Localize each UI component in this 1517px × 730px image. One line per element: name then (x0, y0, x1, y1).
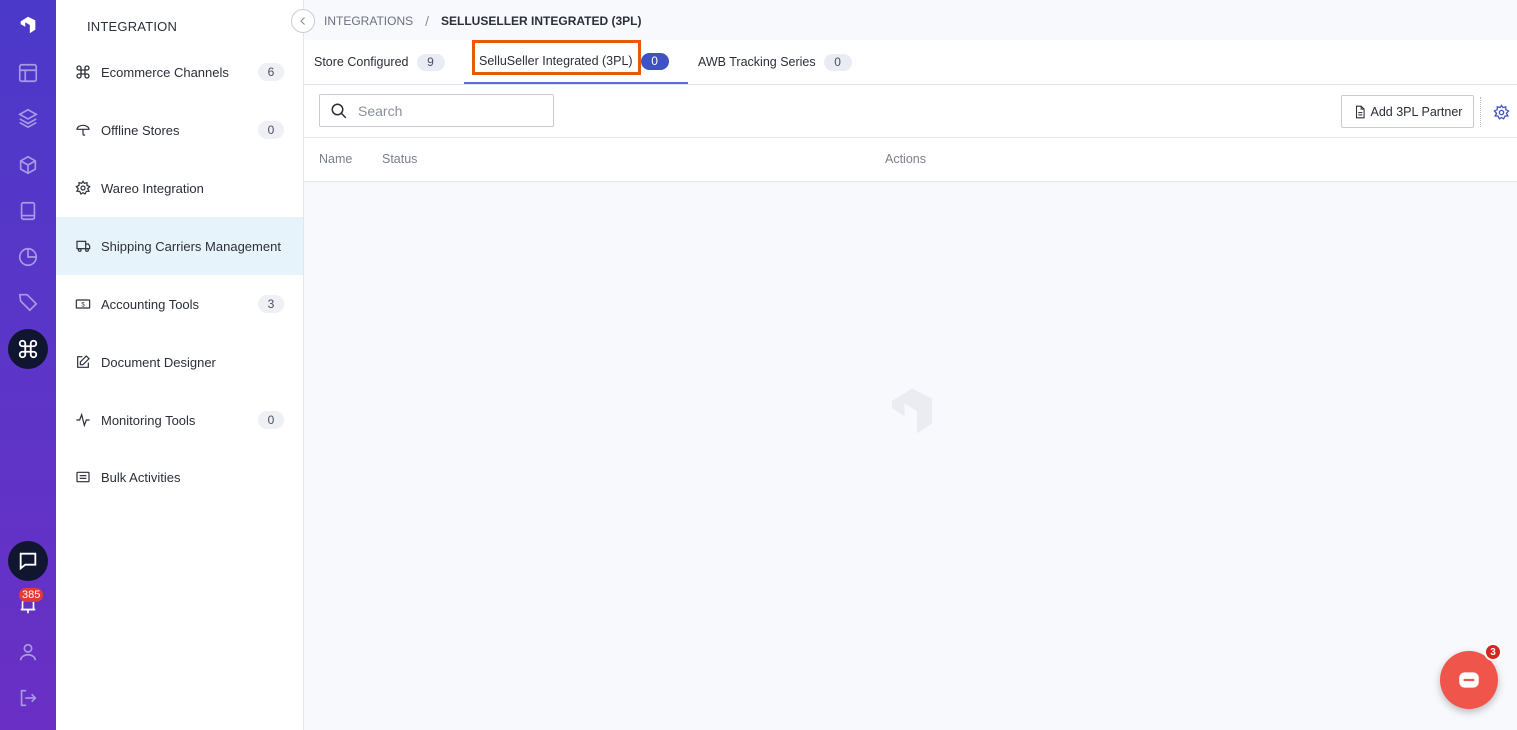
column-header-actions: Actions (885, 152, 926, 166)
add-button-label: Add 3PL Partner (1370, 104, 1463, 119)
search-box[interactable] (319, 94, 554, 127)
integration-sidebar: INTEGRATION Ecommerce Channels 6 Offline… (56, 0, 304, 730)
count-badge: 0 (258, 411, 284, 429)
sidebar-item-document-designer[interactable]: Document Designer (56, 333, 303, 391)
breadcrumb-separator: / (425, 13, 430, 29)
cash-icon: $ (73, 294, 93, 314)
edit-icon (73, 352, 93, 372)
breadcrumb: INTEGRATIONS / SELLUSELLER INTEGRATED (3… (324, 13, 641, 29)
tab-count-badge: 0 (640, 52, 669, 70)
document-icon (1355, 105, 1365, 118)
tab-count-badge: 9 (416, 53, 445, 71)
collapse-sidebar-button[interactable] (291, 9, 315, 33)
count-badge: 0 (258, 121, 284, 139)
command-icon[interactable] (8, 329, 48, 369)
count-badge: 6 (258, 63, 284, 81)
sidebar-item-label: Offline Stores (101, 122, 180, 138)
sidebar-item-monitoring-tools[interactable]: Monitoring Tools 0 (56, 391, 303, 449)
tab-store-configured[interactable]: Store Configured 9 (314, 40, 445, 84)
truck-icon (73, 236, 93, 256)
sidebar-item-label: Monitoring Tools (101, 412, 196, 428)
settings-button[interactable] (1491, 102, 1511, 122)
search-input[interactable] (358, 102, 548, 119)
sidebar-item-label: Wareo Integration (101, 180, 204, 196)
sidebar-item-ecommerce-channels[interactable]: Ecommerce Channels 6 (56, 43, 303, 101)
add-3pl-partner-button[interactable]: Add 3PL Partner (1341, 95, 1474, 128)
chat-icon[interactable] (8, 541, 48, 581)
tab-label: Store Configured (314, 55, 409, 69)
list-icon (73, 467, 93, 487)
logo-icon[interactable] (0, 5, 56, 45)
chevron-left-icon (300, 17, 305, 25)
gear-icon (73, 178, 93, 198)
search-icon (331, 103, 347, 118)
sidebar-item-label: Shipping Carriers Management (101, 238, 281, 254)
tab-awb-tracking-series[interactable]: AWB Tracking Series 0 (698, 40, 852, 84)
breadcrumb-root[interactable]: INTEGRATIONS (324, 14, 413, 28)
sidebar-item-label: Accounting Tools (101, 296, 200, 312)
logout-icon[interactable] (0, 678, 56, 718)
icon-rail: 385 (0, 0, 56, 730)
sidebar-item-bulk-activities[interactable]: Bulk Activities (56, 448, 303, 506)
tabs-bar: Store Configured 9 SelluSeller Integrate… (304, 40, 1517, 85)
column-header-name[interactable]: Name (319, 152, 352, 166)
highlight-box (472, 40, 641, 75)
chat-icon (1459, 672, 1479, 688)
box-icon[interactable] (0, 145, 56, 185)
breadcrumb-current: SELLUSELLER INTEGRATED (3PL) (441, 14, 642, 28)
notification-count-badge: 385 (19, 588, 44, 602)
count-badge: 3 (258, 295, 284, 313)
tab-label: AWB Tracking Series (698, 55, 816, 69)
store-icon (73, 120, 93, 140)
empty-state-logo-icon (892, 388, 932, 434)
sidebar-item-offline-stores[interactable]: Offline Stores 0 (56, 101, 303, 159)
toolbar-divider (1480, 97, 1481, 127)
sidebar-item-wareo-integration[interactable]: Wareo Integration (56, 159, 303, 217)
sidebar-item-accounting-tools[interactable]: $ Accounting Tools 3 (56, 275, 303, 333)
sidebar-item-shipping-carriers-management[interactable]: Shipping Carriers Management (56, 217, 303, 275)
sidebar-title: INTEGRATION (87, 19, 178, 34)
pie-chart-icon[interactable] (0, 237, 56, 277)
tab-count-badge: 0 (823, 53, 852, 71)
book-icon[interactable] (0, 191, 56, 231)
gear-icon (1492, 103, 1510, 120)
command-icon (73, 62, 93, 82)
sidebar-item-label: Bulk Activities (101, 469, 181, 485)
sidebar-item-label: Document Designer (101, 354, 216, 370)
activity-icon (73, 410, 93, 430)
tag-icon[interactable] (0, 282, 56, 322)
table-header: Name Status Actions (304, 138, 1517, 182)
toolbar: Add 3PL Partner (304, 85, 1517, 138)
support-unread-badge: 3 (1484, 643, 1502, 661)
user-icon[interactable] (0, 632, 56, 672)
layout-icon[interactable] (0, 53, 56, 93)
layers-icon[interactable] (0, 98, 56, 138)
column-header-status[interactable]: Status (382, 152, 417, 166)
main-content: INTEGRATIONS / SELLUSELLER INTEGRATED (3… (304, 0, 1517, 730)
sidebar-item-label: Ecommerce Channels (101, 64, 229, 80)
